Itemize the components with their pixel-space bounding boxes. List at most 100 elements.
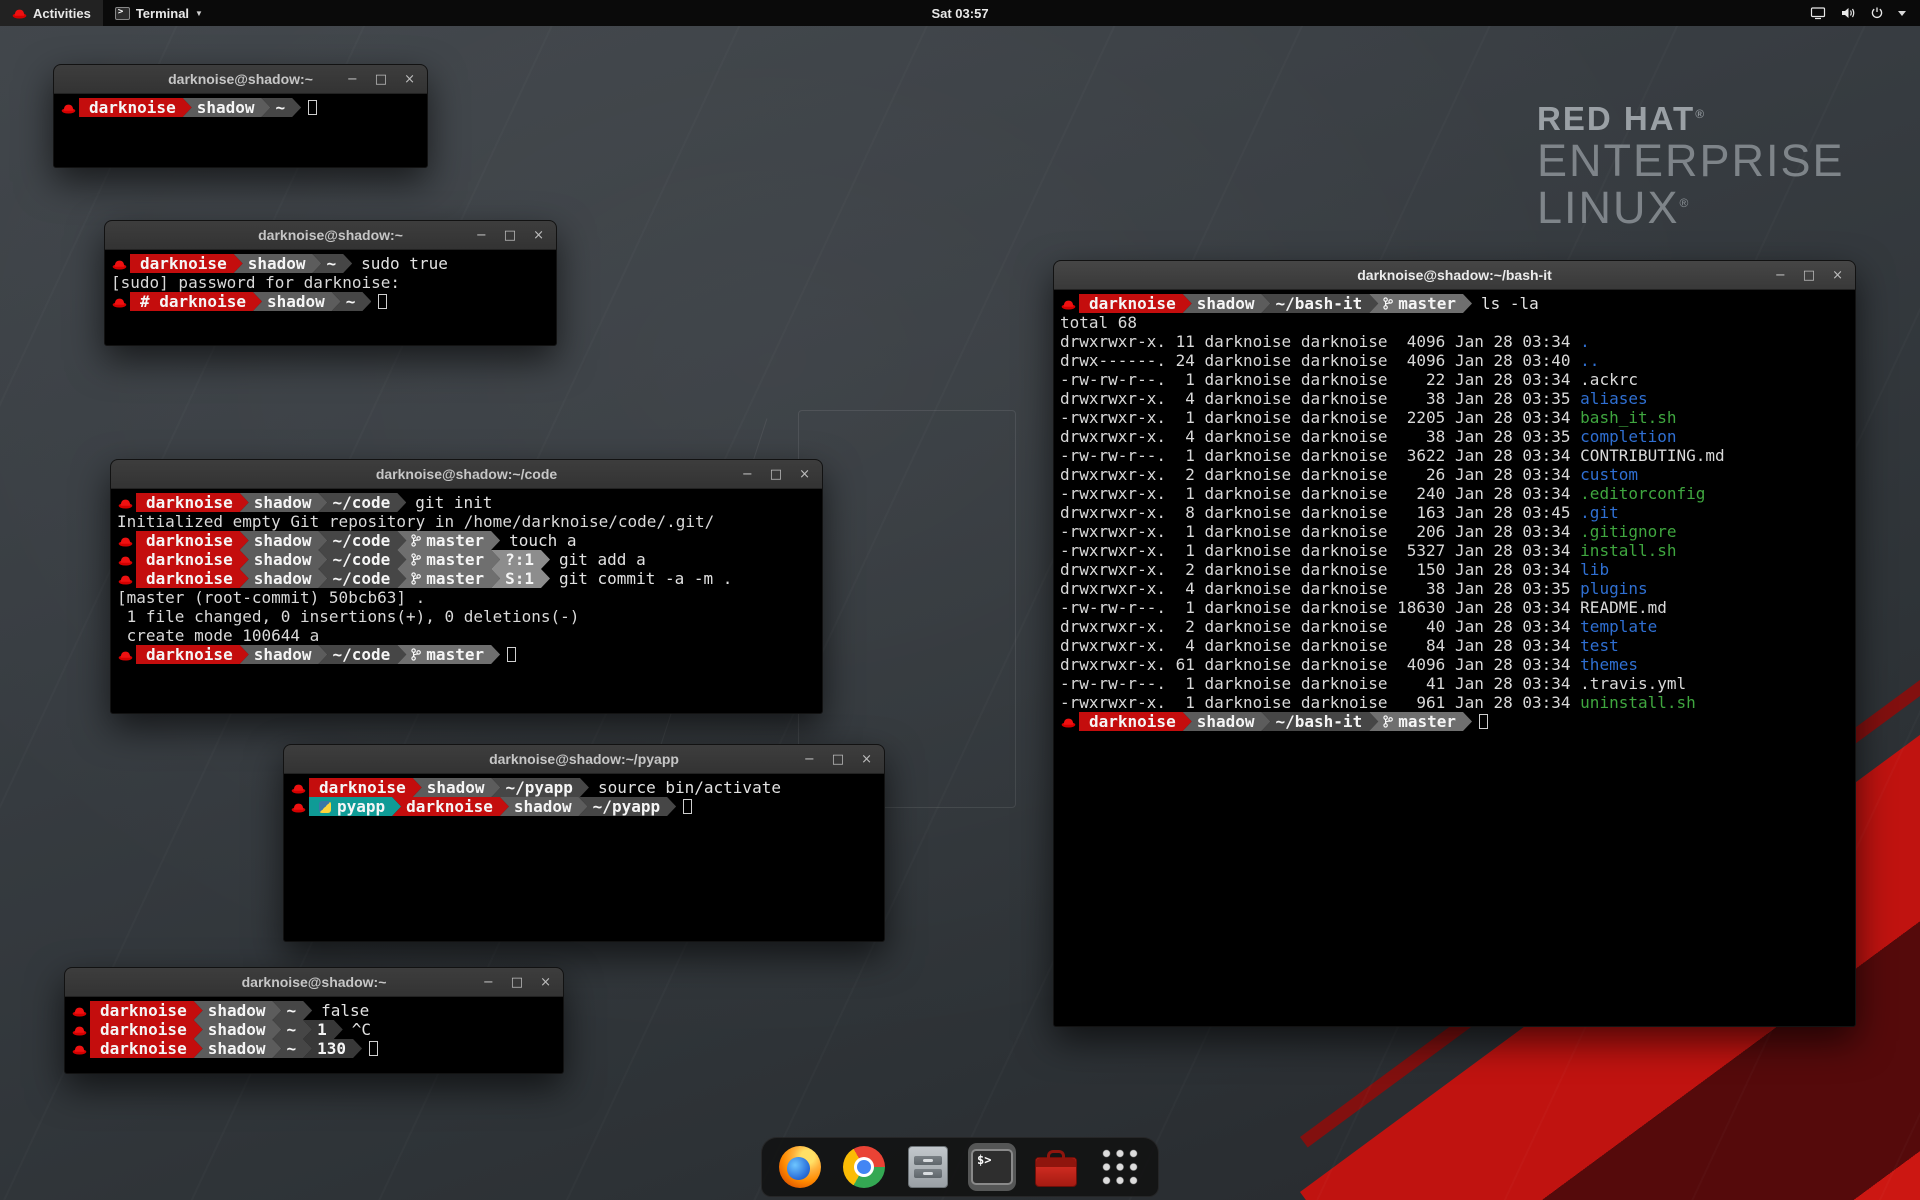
terminal-text: -rw-rw-r--. 1 darknoise darknoise 18630 … [1060, 598, 1580, 617]
brand-red-hat: RED HAT® [1537, 100, 1845, 138]
redhat-prompt-icon [61, 98, 76, 117]
window-controls: − □ × [347, 65, 415, 93]
terminal-line: -rwxrwxr-x. 1 darknoise darknoise 5327 J… [1060, 541, 1849, 560]
terminal-content[interactable]: darknoiseshadow~falsedarknoiseshadow~1^C… [65, 997, 563, 1062]
dock-app-grid[interactable] [1096, 1143, 1144, 1191]
prompt-segment-git: master [1369, 294, 1472, 313]
prompt-segment-path: ~/bash-it [1262, 712, 1379, 731]
terminal-text: -rwxrwxr-x. 1 darknoise darknoise 2205 J… [1060, 408, 1580, 427]
terminal-line: darknoiseshadow~/codemastertouch a [117, 531, 816, 550]
redhat-prompt-icon [291, 797, 306, 816]
window-titlebar[interactable]: darknoise@shadow:~ − □ × [65, 968, 563, 997]
terminal-content[interactable]: darknoiseshadow~ [54, 94, 427, 121]
file-name: uninstall.sh [1580, 693, 1696, 712]
command-text: git commit -a -m . [550, 569, 732, 588]
close-button[interactable]: × [533, 229, 544, 242]
chrome-icon [843, 1146, 885, 1188]
power-icon[interactable] [1870, 6, 1884, 20]
terminal-window[interactable]: darknoise@shadow:~ − □ × darknoiseshadow… [104, 220, 557, 346]
terminal-line: darknoiseshadow~/codemasterS:1git commit… [117, 569, 816, 588]
prompt-segment-path: ~/code [319, 569, 407, 588]
close-button[interactable]: × [540, 976, 551, 989]
terminal-window[interactable]: darknoise@shadow:~ − □ × darknoiseshadow… [53, 64, 428, 168]
dock-terminal[interactable]: $> [968, 1143, 1016, 1191]
close-button[interactable]: × [1832, 269, 1843, 282]
command-text: sudo true [352, 254, 448, 273]
prompt-segment-host: shadow [183, 98, 271, 117]
prompt-segment-user: darknoise [136, 531, 249, 550]
window-titlebar[interactable]: darknoise@shadow:~/bash-it − □ × [1054, 261, 1855, 290]
window-titlebar[interactable]: darknoise@shadow:~/code − □ × [111, 460, 822, 489]
terminal-text: drwxrwxr-x. 61 darknoise darknoise 4096 … [1060, 655, 1580, 674]
top-bar-left: Activities Terminal ▼ [0, 0, 215, 26]
terminal-content[interactable]: darknoiseshadow~sudo true[sudo] password… [105, 250, 556, 315]
dock-files[interactable] [904, 1143, 952, 1191]
window-title: darknoise@shadow:~ [168, 71, 313, 87]
prompt-segment-git: master [397, 645, 500, 664]
terminal-text: -rwxrwxr-x. 1 darknoise darknoise 240 Ja… [1060, 484, 1580, 503]
maximize-button[interactable]: □ [504, 229, 516, 242]
window-titlebar[interactable]: darknoise@shadow:~/pyapp − □ × [284, 745, 884, 774]
prompt-segment-host: shadow [240, 550, 328, 569]
close-button[interactable]: × [799, 468, 810, 481]
terminal-line: darknoiseshadow~ [60, 98, 421, 117]
window-titlebar[interactable]: darknoise@shadow:~ − □ × [105, 221, 556, 250]
maximize-button[interactable]: □ [832, 753, 844, 766]
minimize-button[interactable]: − [742, 468, 753, 481]
dock-chrome[interactable] [840, 1143, 888, 1191]
prompt-segment-git: master [397, 550, 500, 569]
terminal-text: -rw-rw-r--. 1 darknoise darknoise 41 Jan… [1060, 674, 1580, 693]
app-menu-terminal[interactable]: Terminal ▼ [103, 0, 215, 26]
redhat-prompt-icon [72, 1039, 87, 1058]
maximize-button[interactable]: □ [511, 976, 523, 989]
terminal-content[interactable]: darknoiseshadow~/pyappsource bin/activat… [284, 774, 884, 820]
terminal-line: create mode 100644 a [117, 626, 816, 645]
terminal-text: -rwxrwxr-x. 1 darknoise darknoise 961 Ja… [1060, 693, 1580, 712]
system-status-area[interactable] [1802, 0, 1914, 26]
redhat-logo-icon [12, 7, 27, 19]
terminal-text: drwx------. 24 darknoise darknoise 4096 … [1060, 351, 1580, 370]
minimize-button[interactable]: − [1775, 269, 1786, 282]
prompt-segment-user: darknoise [90, 1001, 203, 1020]
maximize-button[interactable]: □ [375, 73, 387, 86]
terminal-window[interactable]: darknoise@shadow:~/pyapp − □ × darknoise… [283, 744, 885, 942]
activities-button[interactable]: Activities [0, 0, 103, 26]
minimize-button[interactable]: − [483, 976, 494, 989]
maximize-button[interactable]: □ [770, 468, 782, 481]
terminal-line: -rwxrwxr-x. 1 darknoise darknoise 206 Ja… [1060, 522, 1849, 541]
terminal-window[interactable]: darknoise@shadow:~/bash-it − □ × darknoi… [1053, 260, 1856, 1027]
terminal-line: drwxrwxr-x. 4 darknoise darknoise 38 Jan… [1060, 389, 1849, 408]
prompt-segment-host: shadow [240, 645, 328, 664]
terminal-window[interactable]: darknoise@shadow:~ − □ × darknoiseshadow… [64, 967, 564, 1074]
volume-icon[interactable] [1840, 6, 1856, 20]
terminal-text: Initialized empty Git repository in /hom… [117, 512, 714, 531]
command-text: git init [406, 493, 492, 512]
dock-toolbox[interactable] [1032, 1143, 1080, 1191]
terminal-line: total 68 [1060, 313, 1849, 332]
terminal-glyph: $> [977, 1153, 991, 1167]
terminal-window[interactable]: darknoise@shadow:~/code − □ × darknoises… [110, 459, 823, 714]
app-grid-icon [1100, 1147, 1140, 1187]
terminal-line: Initialized empty Git repository in /hom… [117, 512, 816, 531]
prompt-segment-path: ~/code [319, 493, 407, 512]
window-titlebar[interactable]: darknoise@shadow:~ − □ × [54, 65, 427, 94]
terminal-text: drwxrwxr-x. 11 darknoise darknoise 4096 … [1060, 332, 1580, 351]
minimize-button[interactable]: − [476, 229, 487, 242]
app-menu-label: Terminal [136, 6, 189, 21]
minimize-button[interactable]: − [804, 753, 815, 766]
file-name: themes [1580, 655, 1638, 674]
maximize-button[interactable]: □ [1803, 269, 1815, 282]
minimize-button[interactable]: − [347, 73, 358, 86]
terminal-text: CONTRIBUTING.md [1580, 446, 1725, 465]
dock-firefox[interactable] [776, 1143, 824, 1191]
terminal-text: drwxrwxr-x. 8 darknoise darknoise 163 Ja… [1060, 503, 1580, 522]
close-button[interactable]: × [404, 73, 415, 86]
prompt-segment-user: darknoise [79, 98, 192, 117]
prompt-segment-git: master [1369, 712, 1472, 731]
terminal-content[interactable]: darknoiseshadow~/bash-itmasterls -latota… [1054, 290, 1855, 735]
close-button[interactable]: × [861, 753, 872, 766]
terminal-content[interactable]: darknoiseshadow~/codegit initInitialized… [111, 489, 822, 668]
clock[interactable]: Sat 03:57 [921, 0, 998, 26]
activities-label: Activities [33, 6, 91, 21]
screen-icon[interactable] [1810, 6, 1826, 20]
